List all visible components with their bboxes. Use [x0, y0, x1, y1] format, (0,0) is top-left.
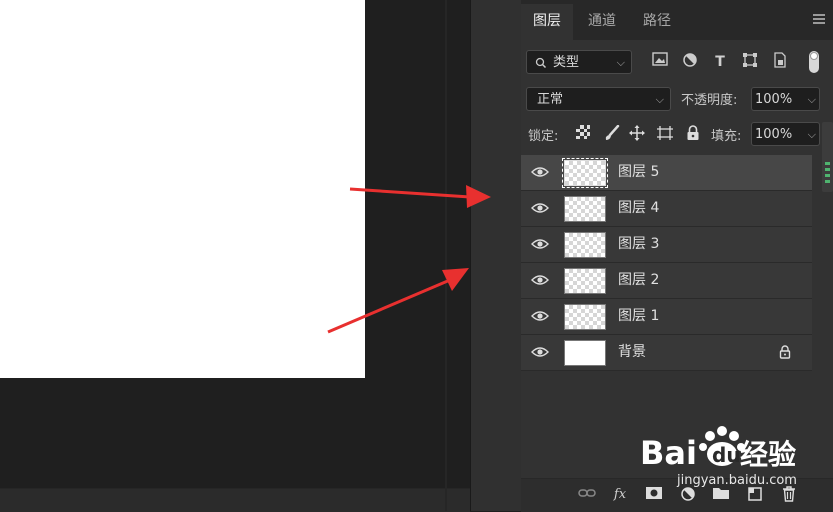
- layer-row-1[interactable]: 图层 1: [521, 299, 812, 335]
- trash-icon[interactable]: [780, 486, 798, 504]
- watermark-cn: 经验: [740, 438, 796, 471]
- eye-visibility-icon[interactable]: [531, 309, 549, 323]
- opacity-label: 不透明度:: [681, 93, 738, 108]
- fill-label: 填充:: [711, 129, 742, 144]
- shape-filter-icon[interactable]: [740, 52, 760, 72]
- lock-artboard-icon[interactable]: [656, 125, 674, 143]
- lock-image-icon[interactable]: [603, 124, 621, 143]
- panel-tabs: 图层 通道 路径: [521, 0, 833, 40]
- layer-row-4[interactable]: 图层 4: [521, 191, 812, 227]
- layer-name[interactable]: 图层 4: [618, 191, 659, 226]
- lock-position-icon[interactable]: [628, 125, 646, 143]
- layer-row-background[interactable]: 背景: [521, 335, 812, 371]
- layers-list: 图层 5 图层 4 图层 3 图层 2 图层 1 背景: [521, 155, 812, 371]
- document-canvas[interactable]: [0, 0, 365, 378]
- baidu-jingyan-watermark: Bai du 经验 jingyan.baidu.com: [640, 426, 797, 488]
- chevron-down-icon: ⌵: [616, 56, 625, 69]
- blend-mode-value: 正常: [537, 92, 564, 107]
- layer-name[interactable]: 图层 3: [618, 227, 659, 262]
- eye-visibility-icon[interactable]: [531, 273, 549, 287]
- layer-row-5[interactable]: 图层 5: [521, 155, 812, 191]
- opacity-dropdown[interactable]: ⌵: [802, 87, 820, 111]
- layer-thumbnail: [564, 268, 606, 294]
- layer-thumbnail: [562, 158, 608, 188]
- filter-toggle[interactable]: [809, 51, 819, 73]
- layer-thumbnail: [564, 232, 606, 258]
- filter-kind-select[interactable]: 类型 ⌵: [526, 50, 632, 74]
- mask-icon[interactable]: [645, 486, 663, 504]
- opacity-value: 100%: [755, 92, 793, 107]
- group-folder-icon[interactable]: [712, 486, 730, 504]
- layer-thumbnail: [564, 196, 606, 222]
- chevron-down-icon: ⌵: [655, 93, 664, 106]
- lock-icon: [779, 345, 791, 359]
- lock-all-icon[interactable]: [684, 125, 702, 143]
- layer-row-3[interactable]: 图层 3: [521, 227, 812, 263]
- layer-thumbnail: [564, 304, 606, 330]
- panel-menu-icon[interactable]: [813, 14, 825, 24]
- canvas-area[interactable]: [0, 0, 470, 512]
- tab-layers[interactable]: 图层: [521, 4, 573, 40]
- watermark-brand: Bai: [640, 434, 697, 472]
- image-filter-icon[interactable]: [650, 52, 670, 72]
- smart-object-filter-icon[interactable]: [770, 52, 790, 72]
- adjustment-filter-icon[interactable]: [680, 52, 700, 72]
- link-layers-icon[interactable]: [578, 486, 596, 504]
- layer-name[interactable]: 背景: [618, 335, 646, 370]
- horizontal-scrollbar[interactable]: [0, 488, 470, 512]
- search-icon: [535, 51, 547, 84]
- chevron-down-icon: ⌵: [807, 93, 816, 106]
- watermark-brand2: du: [712, 443, 741, 467]
- layer-thumbnail: [564, 340, 606, 366]
- eye-visibility-icon[interactable]: [531, 237, 549, 251]
- tab-paths[interactable]: 路径: [631, 4, 683, 40]
- layer-name[interactable]: 图层 1: [618, 299, 659, 334]
- fill-dropdown[interactable]: ⌵: [802, 122, 820, 146]
- canvas-divider: [445, 0, 447, 511]
- new-layer-icon[interactable]: [746, 486, 764, 504]
- tab-channels[interactable]: 通道: [576, 4, 628, 40]
- eye-visibility-icon[interactable]: [531, 201, 549, 215]
- fill-value: 100%: [755, 127, 793, 142]
- lock-label: 锁定:: [528, 129, 559, 144]
- blend-mode-select[interactable]: 正常 ⌵: [526, 87, 671, 111]
- layer-name[interactable]: 图层 5: [618, 155, 659, 190]
- eye-visibility-icon[interactable]: [531, 345, 549, 359]
- chevron-down-icon: ⌵: [807, 128, 816, 141]
- filter-kind-value: 类型: [553, 55, 580, 70]
- panel-gutter: [470, 0, 522, 511]
- fx-icon[interactable]: fx: [611, 486, 629, 504]
- layer-name[interactable]: 图层 2: [618, 263, 659, 298]
- watermark-url: jingyan.baidu.com: [676, 473, 797, 488]
- layer-row-2[interactable]: 图层 2: [521, 263, 812, 299]
- adjustment-layer-icon[interactable]: [679, 486, 697, 504]
- lock-transparent-icon[interactable]: [574, 125, 592, 143]
- panel-scrollbar[interactable]: [822, 122, 833, 192]
- eye-visibility-icon[interactable]: [531, 165, 549, 179]
- type-filter-icon[interactable]: T: [710, 52, 730, 72]
